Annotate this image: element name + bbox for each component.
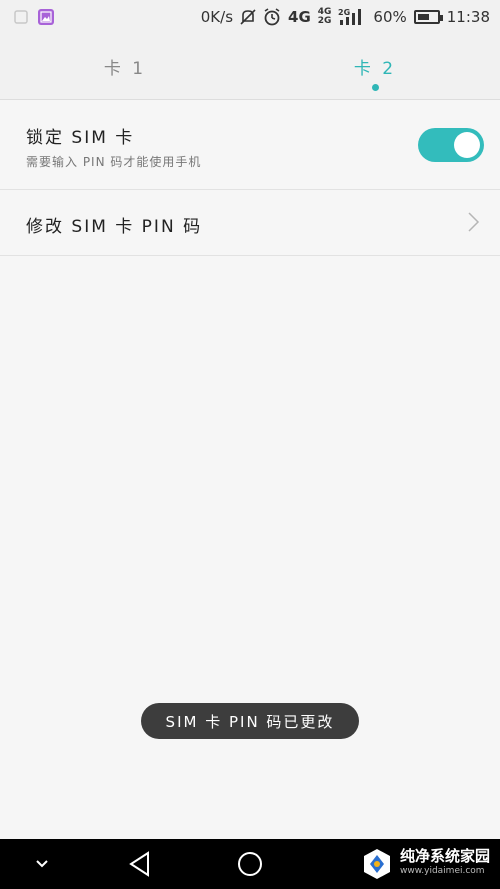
watermark-name: 纯净系统家园 [400, 847, 491, 865]
alarm-icon [263, 8, 281, 26]
tab-sim-1[interactable]: 卡 1 [0, 34, 250, 99]
svg-text:2G: 2G [338, 8, 350, 17]
network-4g-2g-label: 4G 2G [318, 8, 332, 26]
network-speed: 0K/s [200, 8, 234, 26]
chevron-right-icon [468, 212, 480, 232]
clock: 11:38 [446, 8, 490, 26]
battery-fill [417, 14, 429, 20]
toggle-knob [454, 132, 480, 158]
lock-sim-subtitle: 需要输入 PIN 码才能使用手机 [26, 155, 202, 169]
tab-sim-2[interactable]: 卡 2 [250, 34, 500, 99]
network-bottom-label: 2G [317, 16, 332, 26]
chevron-down-icon[interactable] [20, 839, 64, 889]
change-pin-title: 修改 SIM 卡 PIN 码 [26, 217, 203, 237]
tab-label: 卡 1 [103, 59, 147, 79]
change-pin-row[interactable]: 修改 SIM 卡 PIN 码 [0, 190, 500, 256]
watermark-logo [364, 849, 390, 879]
tab-label: 卡 2 [353, 59, 397, 79]
watermark: 纯净系统家园 www.yidaimei.com [360, 842, 500, 886]
toast-message: SIM 卡 PIN 码已更改 [141, 703, 359, 739]
battery-percent: 60% [373, 8, 407, 26]
watermark-url: www.yidaimei.com [400, 866, 485, 876]
lock-sim-toggle[interactable] [418, 128, 484, 162]
mute-icon [240, 8, 256, 26]
back-icon[interactable] [118, 839, 162, 889]
battery-icon [413, 10, 443, 24]
gallery-icon [38, 9, 54, 25]
active-tab-indicator [372, 84, 379, 91]
network-4g-label: 4G [288, 8, 311, 26]
status-bar: 0K/s 4G 4G 2G 2G 60% 11:38 [0, 0, 500, 34]
home-icon[interactable] [228, 839, 272, 889]
sim-tabs: 卡 1 卡 2 [0, 34, 500, 100]
notification-icon [14, 10, 28, 24]
signal-icon: 2G [338, 8, 366, 26]
lock-sim-title: 锁定 SIM 卡 [26, 128, 135, 148]
